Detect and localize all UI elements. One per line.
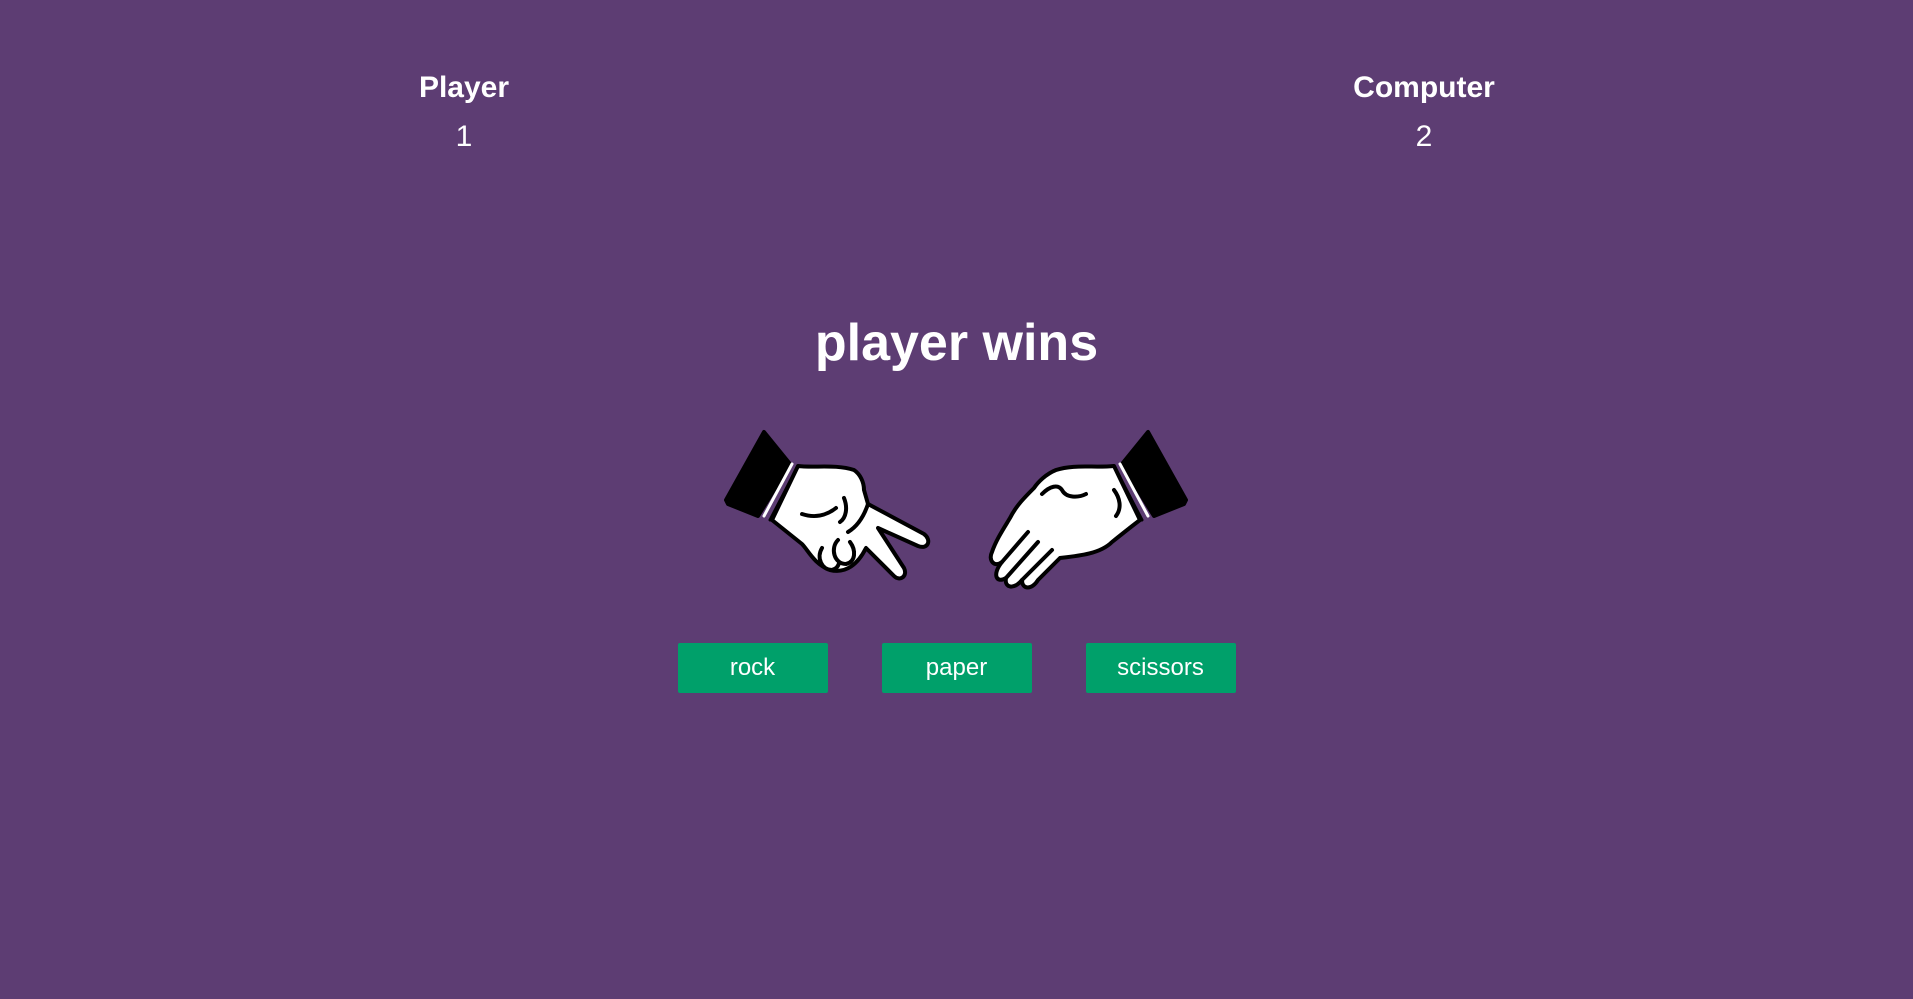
paper-hand-icon <box>988 430 1188 590</box>
player-score-panel: Player 1 <box>419 70 509 154</box>
computer-label: Computer <box>1353 71 1495 104</box>
paper-button[interactable]: paper <box>881 643 1032 693</box>
choice-buttons: rock paper scissors <box>0 643 1913 693</box>
result-message: player wins <box>814 314 1099 372</box>
scissors-hand-icon <box>724 430 931 581</box>
scissors-button[interactable]: scissors <box>1085 643 1236 693</box>
hands-display <box>0 424 1913 594</box>
rock-button[interactable]: rock <box>677 643 828 693</box>
computer-score: 2 <box>1415 120 1433 153</box>
computer-score-panel: Computer 2 <box>1353 70 1495 154</box>
player-label: Player <box>418 71 510 104</box>
player-score: 1 <box>455 120 473 153</box>
